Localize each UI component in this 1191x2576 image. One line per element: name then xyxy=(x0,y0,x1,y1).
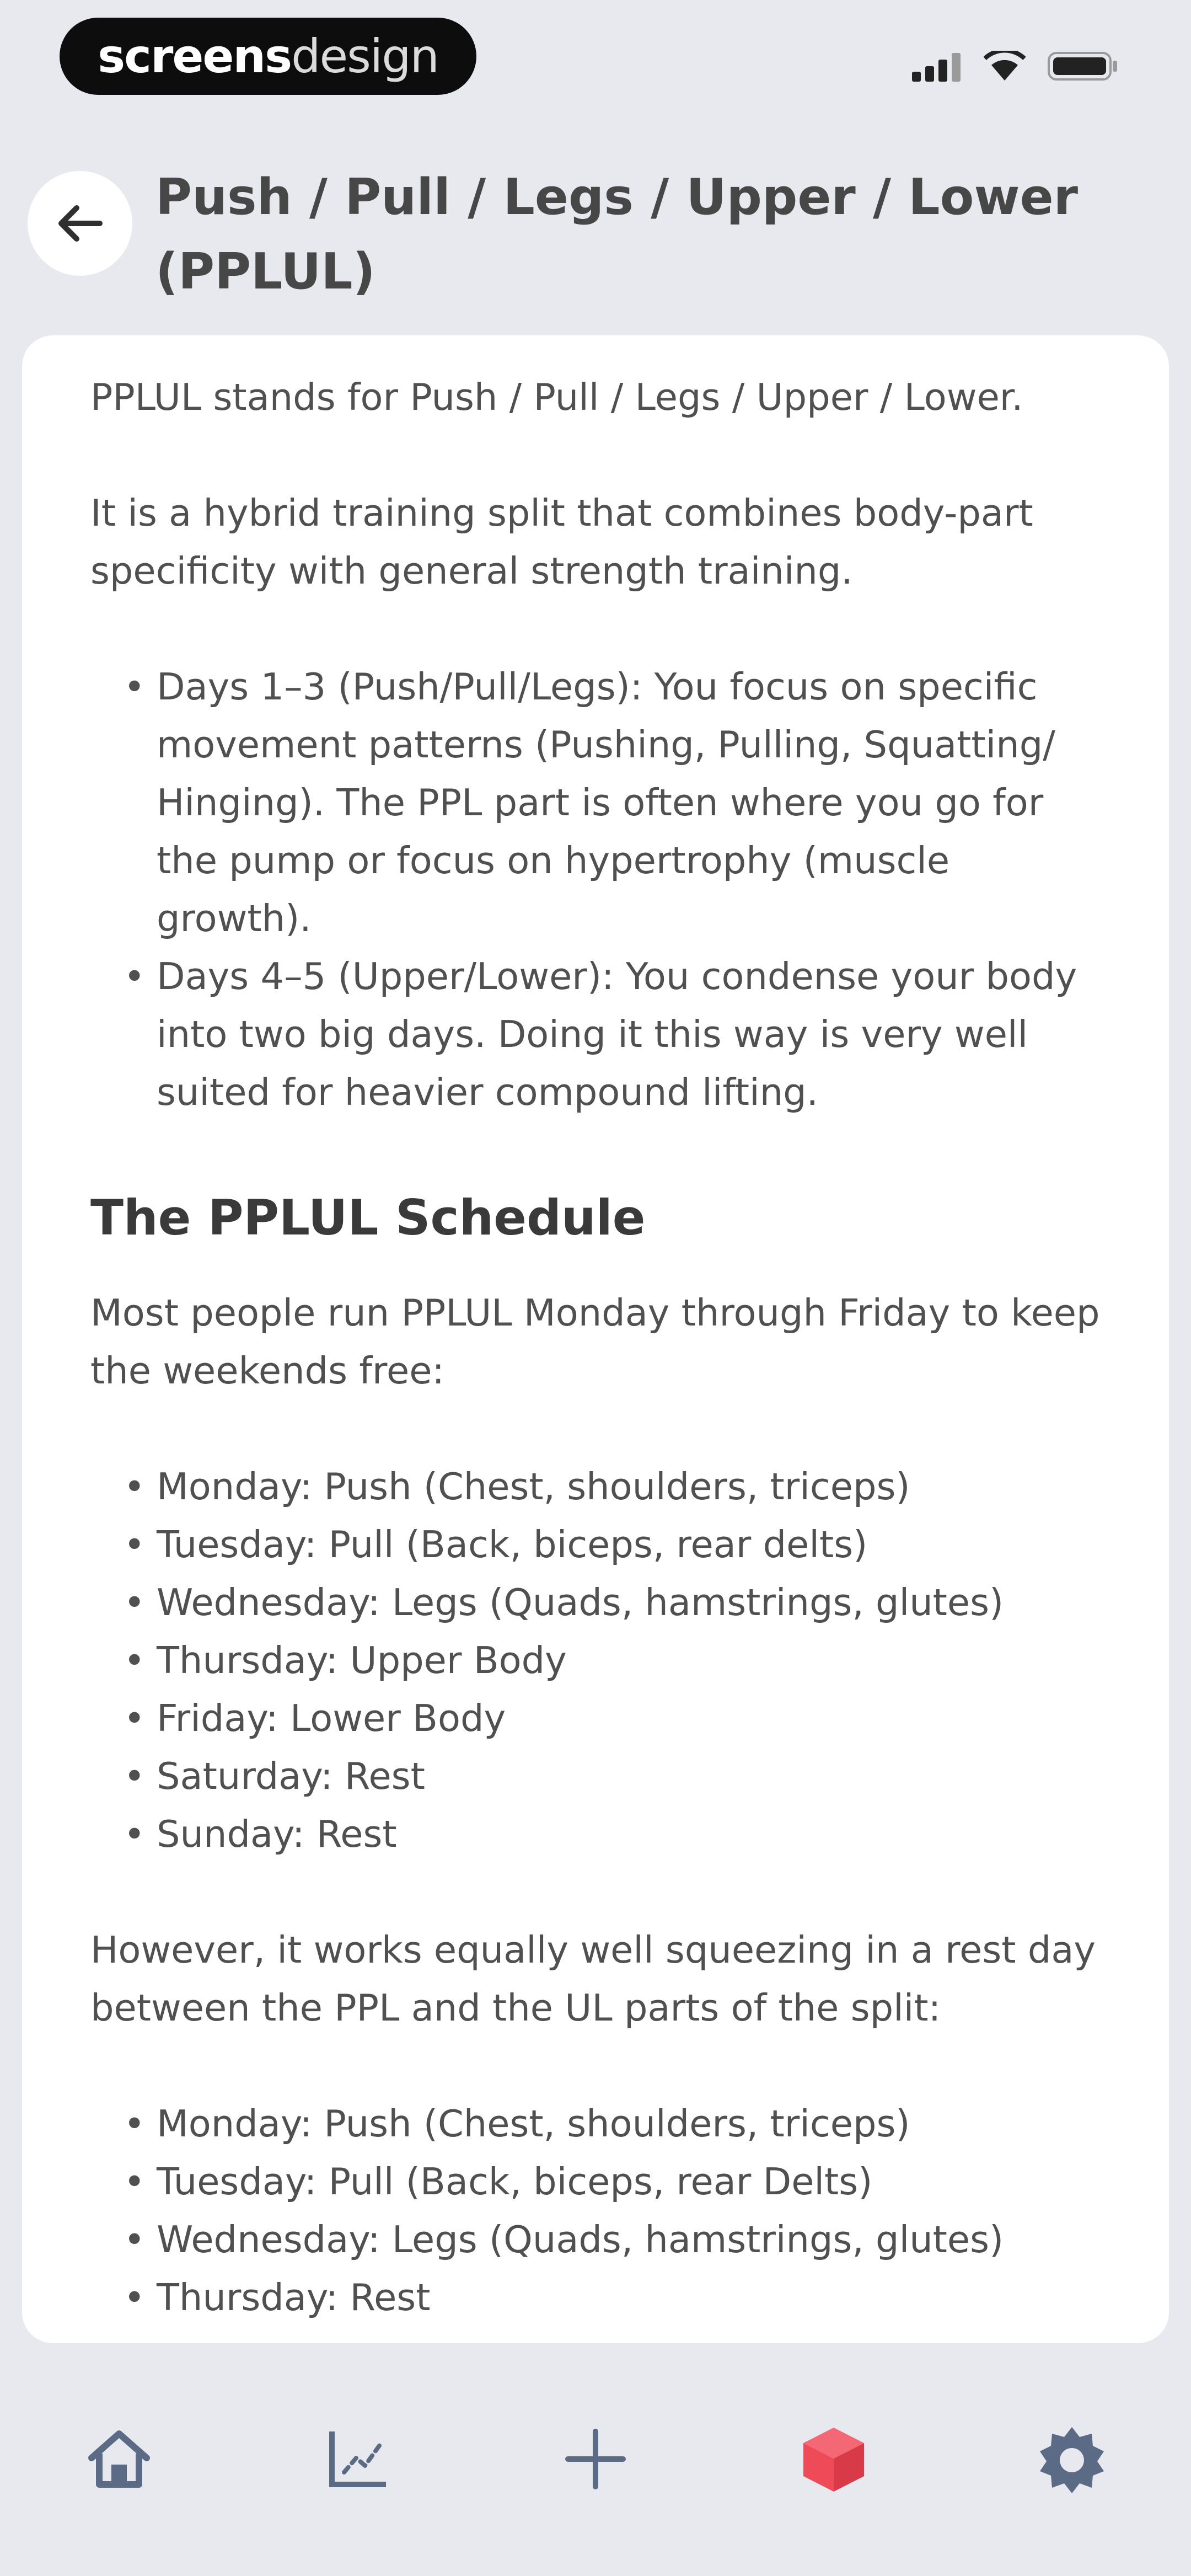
list-item: Friday: Lower Body xyxy=(90,1690,1101,1747)
article-description: It is a hybrid training split that combi… xyxy=(90,491,1033,592)
page-header: Push / Pull / Legs / Upper / Lower (PPLU… xyxy=(0,154,1191,320)
list-item: Sunday: Rest xyxy=(90,1805,1101,1863)
list-item: Saturday: Rest xyxy=(90,1747,1101,1805)
system-icons xyxy=(912,51,1119,82)
list-item: Days 4–5 (Upper/Lower): You condense you… xyxy=(90,948,1101,1121)
schedule-intro: Most people run PPLUL Monday through Fri… xyxy=(90,1291,1100,1392)
list-item: Wednesday: Legs (Quads, hamstrings, glut… xyxy=(90,2211,1101,2269)
alt-schedule-list: Monday: Push (Chest, shoulders, triceps)… xyxy=(90,2095,1101,2327)
gear-icon xyxy=(1040,2427,1104,2493)
tab-settings[interactable] xyxy=(1017,2404,1127,2514)
article-intro: PPLUL stands for Push / Pull / Legs / Up… xyxy=(90,376,1023,419)
article-card[interactable]: PPLUL stands for Push / Pull / Legs / Up… xyxy=(22,335,1169,2343)
cube-icon xyxy=(803,2428,864,2492)
list-item: Monday: Push (Chest, shoulders, triceps) xyxy=(90,1458,1101,1516)
status-bar: screens design xyxy=(0,0,1191,110)
tab-workouts[interactable] xyxy=(779,2404,889,2514)
schedule-list: Monday: Push (Chest, shoulders, triceps)… xyxy=(90,1458,1101,1863)
chart-icon xyxy=(329,2431,386,2487)
brand-logo-bold: screens xyxy=(98,29,292,83)
tab-progress[interactable] xyxy=(302,2404,412,2514)
schedule-heading: The PPLUL Schedule xyxy=(90,1189,646,1246)
days-list: Days 1–3 (Push/Pull/Legs): You focus on … xyxy=(90,658,1101,1121)
tab-bar xyxy=(0,2343,1191,2576)
arrow-left-icon xyxy=(58,205,103,242)
brand-logo-light: design xyxy=(291,29,439,83)
article-body: PPLUL stands for Push / Pull / Legs / Up… xyxy=(22,335,1169,2327)
tab-add[interactable] xyxy=(540,2404,651,2514)
list-item: Thursday: Rest xyxy=(90,2269,1101,2327)
list-item: Thursday: Upper Body xyxy=(90,1632,1101,1690)
list-item: Wednesday: Legs (Quads, hamstrings, glut… xyxy=(90,1574,1101,1632)
list-item: Monday: Push (Chest, shoulders, triceps) xyxy=(90,2095,1101,2153)
list-item: Days 1–3 (Push/Pull/Legs): You focus on … xyxy=(90,658,1101,948)
battery-icon xyxy=(1048,52,1117,81)
alt-schedule-intro: However, it works equally well squeezing… xyxy=(90,1928,1096,2029)
home-icon xyxy=(88,2430,150,2488)
tab-home[interactable] xyxy=(64,2404,174,2514)
back-button[interactable] xyxy=(28,171,132,276)
list-item: Tuesday: Pull (Back, biceps, rear Delts) xyxy=(90,2153,1101,2211)
wifi-icon xyxy=(984,51,1026,81)
list-item: Tuesday: Pull (Back, biceps, rear delts) xyxy=(90,1516,1101,1574)
plus-icon xyxy=(565,2429,626,2489)
brand-logo: screens design xyxy=(60,18,476,95)
signal-icon xyxy=(912,53,961,82)
page-title: Push / Pull / Legs / Upper / Lower (PPLU… xyxy=(155,168,1079,301)
